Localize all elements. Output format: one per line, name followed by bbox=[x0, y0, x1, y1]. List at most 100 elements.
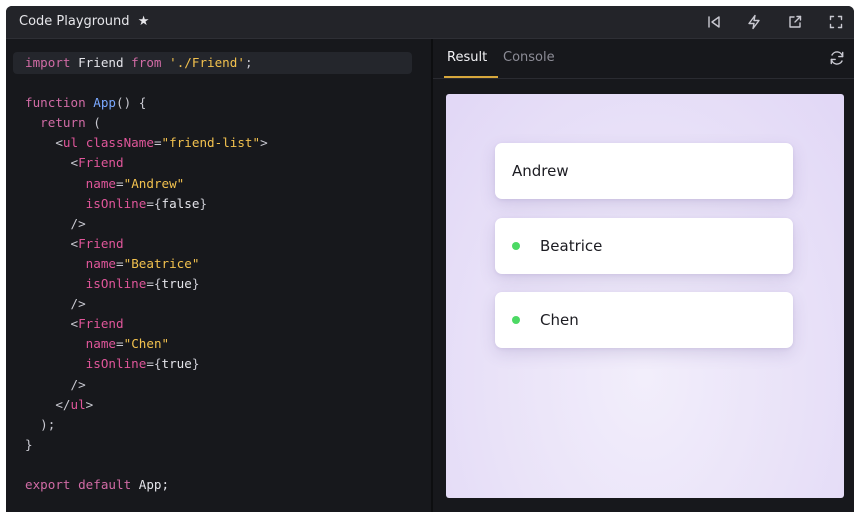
code-token: return bbox=[25, 115, 86, 131]
code-line[interactable]: return ( bbox=[25, 113, 268, 133]
code-token: = bbox=[116, 336, 124, 352]
code-token: "Beatrice" bbox=[123, 255, 200, 271]
code-token: isOnline bbox=[85, 195, 147, 211]
code-token: = bbox=[116, 255, 124, 271]
code-line[interactable]: /> bbox=[25, 294, 268, 314]
online-indicator-icon bbox=[512, 316, 520, 324]
code-token: Friend bbox=[70, 55, 132, 70]
code-line[interactable]: </ul> bbox=[25, 395, 268, 415]
code-line[interactable]: } bbox=[25, 435, 268, 455]
code-token: ); bbox=[25, 416, 56, 432]
reset-icon[interactable] bbox=[704, 12, 724, 32]
code-token: App; bbox=[131, 476, 170, 492]
unsaved-marker: ★ bbox=[137, 14, 150, 29]
tab-result[interactable]: Result bbox=[447, 50, 487, 65]
code-token: true bbox=[161, 356, 192, 372]
code-line[interactable]: name="Beatrice" bbox=[25, 254, 268, 274]
friend-name: Beatrice bbox=[540, 237, 603, 255]
code-token: from bbox=[131, 55, 162, 70]
code-token: "friend-list" bbox=[161, 135, 261, 151]
friend-card-chen: Chen bbox=[495, 292, 793, 348]
code-line[interactable]: isOnline={false} bbox=[25, 194, 268, 214]
code-line[interactable] bbox=[25, 73, 268, 93]
code-token: export bbox=[25, 476, 71, 492]
code-token: ul bbox=[70, 396, 86, 412]
code-line[interactable]: isOnline={true} bbox=[25, 274, 268, 294]
fullscreen-icon[interactable] bbox=[826, 12, 846, 32]
code-token: "Chen" bbox=[123, 336, 170, 352]
code-token: true bbox=[161, 276, 192, 292]
code-token: = bbox=[116, 175, 124, 191]
friend-card-andrew: Andrew bbox=[495, 143, 793, 199]
window-title: Code Playground ★ bbox=[19, 14, 149, 29]
code-token: < bbox=[25, 235, 79, 251]
format-icon[interactable] bbox=[744, 12, 764, 32]
code-token: } bbox=[191, 276, 200, 292]
code-token: ={ bbox=[146, 276, 162, 292]
code-token: ; bbox=[244, 55, 253, 70]
code-token: < bbox=[25, 135, 63, 151]
code-token: Friend bbox=[78, 155, 124, 171]
online-indicator-icon bbox=[512, 242, 520, 250]
code-line[interactable]: <Friend bbox=[25, 234, 268, 254]
code-token: Friend bbox=[78, 235, 124, 251]
refresh-icon[interactable] bbox=[828, 49, 846, 67]
code-token: } bbox=[25, 436, 33, 452]
code-token: /> bbox=[25, 376, 86, 392]
code-editor[interactable]: import Friend from './Friend'; function … bbox=[6, 39, 431, 512]
code-token: Friend bbox=[78, 316, 124, 332]
code-line[interactable] bbox=[25, 455, 268, 475]
code-line[interactable]: import Friend from './Friend'; bbox=[25, 53, 268, 73]
tab-console[interactable]: Console bbox=[503, 50, 555, 65]
code-token: </ bbox=[25, 396, 71, 412]
code-line[interactable]: ); bbox=[25, 415, 268, 435]
preview-area: Andrew Beatrice Chen bbox=[446, 94, 844, 498]
code-token: ={ bbox=[146, 195, 162, 211]
code-line[interactable]: <ul className="friend-list"> bbox=[25, 133, 267, 153]
result-panel: Result Console Andrew Beatrice Chen bbox=[433, 39, 854, 512]
code-line[interactable]: <Friend bbox=[25, 153, 268, 173]
title-bar: Code Playground ★ bbox=[6, 6, 854, 39]
code-token: false bbox=[161, 195, 200, 211]
code-token: isOnline bbox=[85, 356, 147, 372]
code-line[interactable]: /> bbox=[25, 375, 268, 395]
code-token: } bbox=[199, 195, 208, 211]
window-title-text: Code Playground bbox=[19, 14, 130, 29]
code-line[interactable]: isOnline={true} bbox=[25, 354, 268, 374]
code-token: ( bbox=[85, 115, 101, 131]
code-line[interactable]: <Friend bbox=[25, 314, 268, 334]
code-line[interactable]: name="Chen" bbox=[25, 334, 268, 354]
code-token: import bbox=[25, 55, 71, 70]
code-line[interactable]: name="Andrew" bbox=[25, 174, 268, 194]
code-content[interactable]: import Friend from './Friend'; function … bbox=[25, 53, 268, 495]
code-token: function bbox=[25, 95, 86, 111]
code-token: ul bbox=[62, 135, 79, 151]
code-token: /> bbox=[25, 215, 86, 231]
code-token: < bbox=[25, 316, 79, 332]
code-line[interactable]: export default App; bbox=[25, 475, 268, 495]
active-tab-indicator bbox=[444, 76, 498, 78]
result-tabbar: Result Console bbox=[433, 39, 854, 79]
friend-name: Andrew bbox=[512, 162, 569, 180]
friend-name: Chen bbox=[540, 311, 579, 329]
code-token: name bbox=[85, 175, 117, 191]
code-token: name bbox=[85, 255, 117, 271]
code-token: () { bbox=[116, 95, 147, 111]
code-token: = bbox=[153, 135, 162, 151]
code-token: < bbox=[25, 155, 79, 171]
code-line[interactable]: function App() { bbox=[25, 93, 268, 113]
code-token: name bbox=[85, 336, 117, 352]
code-token: className bbox=[85, 135, 154, 151]
code-token: isOnline bbox=[85, 276, 147, 292]
open-external-icon[interactable] bbox=[785, 12, 805, 32]
code-token: /> bbox=[25, 296, 86, 312]
code-token: './Friend' bbox=[169, 55, 245, 70]
code-line[interactable]: /> bbox=[25, 214, 268, 234]
